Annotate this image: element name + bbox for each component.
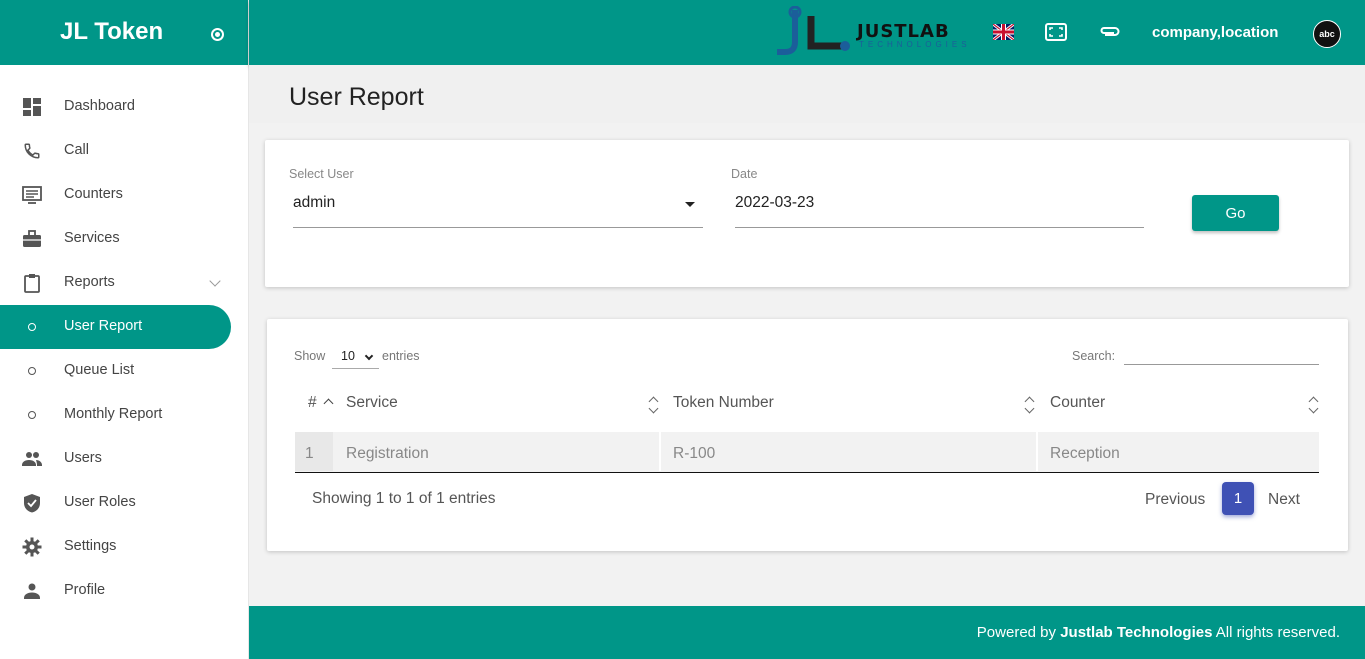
select-user-dropdown[interactable]: admin xyxy=(293,194,335,212)
sidebar-item-dashboard[interactable]: Dashboard xyxy=(0,85,249,129)
cell-token: R-100 xyxy=(673,445,716,462)
footer-suffix: All rights reserved. xyxy=(1215,624,1340,641)
sort-icon[interactable] xyxy=(1308,394,1320,414)
sidebar-item-label: Call xyxy=(64,142,89,158)
select-user-label: Select User xyxy=(289,167,354,181)
sidebar-item-label: Services xyxy=(64,230,120,246)
gear-icon xyxy=(22,537,42,557)
sidebar-toggle-icon[interactable] xyxy=(211,28,224,41)
sort-asc-icon[interactable] xyxy=(323,398,334,409)
clipboard-icon xyxy=(22,273,42,293)
chevron-down-icon xyxy=(209,275,221,287)
select-user-underline xyxy=(293,227,703,228)
sidebar-item-label: Reports xyxy=(64,274,115,290)
search-label: Search: xyxy=(1072,349,1116,363)
go-button[interactable]: Go xyxy=(1192,195,1279,231)
circle-icon xyxy=(28,367,36,375)
pagination-next[interactable]: Next xyxy=(1268,491,1300,509)
table-row: 1 Registration R-100 Reception xyxy=(295,432,1319,473)
cell-counter: Reception xyxy=(1050,445,1120,462)
entries-label: entries xyxy=(382,349,420,363)
sidebar-nav: Dashboard Call Counters Services Reports xyxy=(0,85,249,613)
logo-subtitle: TECHNOLOGIES xyxy=(859,40,971,49)
sidebar-item-reports[interactable]: Reports xyxy=(0,261,249,305)
sidebar-item-label: Counters xyxy=(64,186,123,202)
column-divider xyxy=(1036,432,1038,471)
sidebar-item-label: User Report xyxy=(64,318,143,334)
show-label: Show xyxy=(294,349,326,363)
footer: Powered by Justlab Technologies All righ… xyxy=(249,606,1365,659)
avatar[interactable]: abc xyxy=(1313,20,1341,48)
date-underline xyxy=(735,227,1144,228)
uk-flag-icon[interactable] xyxy=(992,22,1015,42)
topbar: JUSTLAB TECHNOLOGIES company,location ab… xyxy=(249,0,1365,65)
shield-icon xyxy=(22,493,42,513)
date-label: Date xyxy=(731,167,758,181)
page-header: User Report xyxy=(249,65,1365,123)
sidebar: JL Token Dashboard Call Counters Service… xyxy=(0,0,249,659)
justlab-logo: JUSTLAB TECHNOLOGIES xyxy=(773,6,978,58)
sidebar-item-label: Monthly Report xyxy=(64,406,163,422)
logo-wordmark: JUSTLAB xyxy=(857,21,950,42)
brand-header: JL Token xyxy=(0,0,248,65)
sidebar-item-users[interactable]: Users xyxy=(0,437,249,481)
sidebar-item-counters[interactable]: Counters xyxy=(0,173,249,217)
report-table-card: Show 10 entries Search: # Service Token … xyxy=(267,319,1348,551)
date-input[interactable]: 2022-03-23 xyxy=(735,194,814,212)
pagination-page-1[interactable]: 1 xyxy=(1222,482,1254,515)
column-header-counter[interactable]: Counter xyxy=(1050,394,1105,412)
person-icon xyxy=(22,581,42,601)
sidebar-item-settings[interactable]: Settings xyxy=(0,525,249,569)
attachment-icon[interactable] xyxy=(1099,24,1121,40)
entries-value: 10 xyxy=(341,349,355,363)
pagination-previous[interactable]: Previous xyxy=(1145,491,1205,509)
entries-select[interactable]: 10 xyxy=(332,345,379,369)
sidebar-item-label: Users xyxy=(64,450,102,466)
phone-icon xyxy=(22,141,42,161)
counter-icon xyxy=(22,185,42,205)
sidebar-item-label: Settings xyxy=(64,538,117,554)
sort-icon[interactable] xyxy=(1024,394,1036,414)
circle-icon xyxy=(28,323,36,331)
sidebar-item-queue-list[interactable]: Queue List xyxy=(0,349,249,393)
cell-index: 1 xyxy=(305,445,314,462)
page-title: User Report xyxy=(289,83,424,111)
sort-icon[interactable] xyxy=(648,394,660,414)
sidebar-item-monthly-report[interactable]: Monthly Report xyxy=(0,393,249,437)
filter-card: Select User admin Date 2022-03-23 Go xyxy=(265,140,1349,287)
column-header-token-number[interactable]: Token Number xyxy=(673,394,774,412)
sidebar-item-label: Profile xyxy=(64,582,106,598)
cell-service: Registration xyxy=(346,445,429,462)
dashboard-icon xyxy=(22,97,42,117)
sidebar-item-services[interactable]: Services xyxy=(0,217,249,261)
column-divider xyxy=(659,432,661,471)
caret-down-icon[interactable] xyxy=(685,202,695,207)
briefcase-icon xyxy=(22,229,42,249)
users-icon xyxy=(22,449,42,469)
footer-brand-link[interactable]: Justlab Technologies xyxy=(1060,624,1212,641)
circle-icon xyxy=(28,411,36,419)
column-header-index[interactable]: # xyxy=(308,394,317,412)
sidebar-item-call[interactable]: Call xyxy=(0,129,249,173)
fullscreen-icon[interactable] xyxy=(1045,23,1067,41)
sidebar-item-user-roles[interactable]: User Roles xyxy=(0,481,249,525)
column-header-service[interactable]: Service xyxy=(346,394,398,412)
sidebar-item-label: Dashboard xyxy=(64,98,135,114)
footer-text: Powered by Justlab Technologies All righ… xyxy=(977,624,1340,641)
sidebar-item-user-report[interactable]: User Report xyxy=(0,305,231,349)
footer-prefix: Powered by xyxy=(976,624,1057,641)
index-cell-bg xyxy=(295,432,333,471)
showing-info: Showing 1 to 1 of 1 entries xyxy=(312,490,496,507)
app-title: JL Token xyxy=(60,18,164,45)
company-location[interactable]: company,location xyxy=(1152,24,1278,41)
sidebar-item-label: User Roles xyxy=(64,494,136,510)
search-input[interactable] xyxy=(1124,364,1319,365)
chevron-down-icon xyxy=(364,351,374,361)
sidebar-item-label: Queue List xyxy=(64,362,135,378)
sidebar-item-profile[interactable]: Profile xyxy=(0,569,249,613)
